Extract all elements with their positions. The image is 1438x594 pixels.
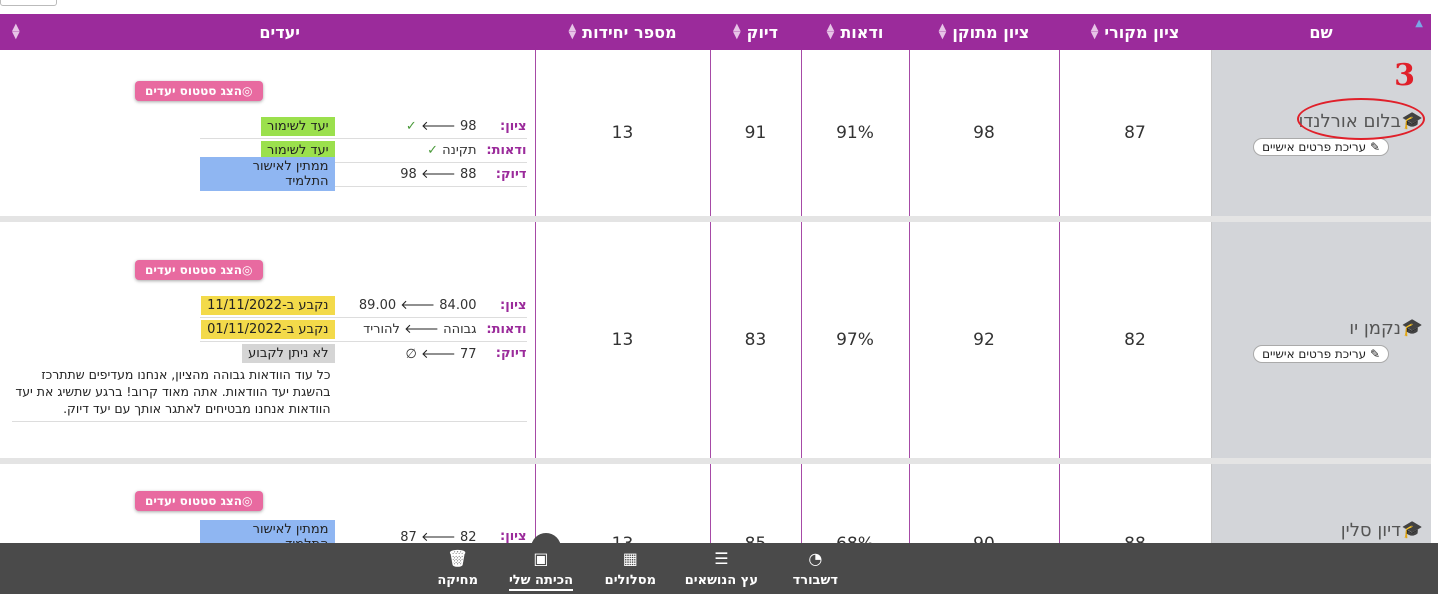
sort-asc-icon: ▲ <box>1415 18 1423 29</box>
goal-status-badge: ממתין לאישור התלמיד <box>200 157 335 191</box>
fixed-grade-cell: 98 <box>908 50 1059 216</box>
accuracy-cell: 85 <box>709 464 801 544</box>
show-goals-status-button[interactable]: ◎הצג סטטוס יעדים <box>135 259 263 280</box>
student-name[interactable]: דיון סלין <box>1341 520 1401 541</box>
col-confidence-header[interactable]: ודאות ▲ ▼ <box>801 14 909 50</box>
units-cell: 13 <box>534 50 710 216</box>
sort-icon: ▲ ▼ <box>938 22 947 41</box>
goal-row-grade: ציון: 82 🡐 87 ממתין לאישור התלמיד <box>200 519 527 545</box>
sort-icon: ▲ ▼ <box>826 22 835 41</box>
list-music-icon: ☰ <box>714 549 729 568</box>
arrow-left-icon: 🡐 <box>420 119 456 134</box>
top-input-stub <box>0 0 57 6</box>
student-name-cell: 🎓 דיון סלין <box>1210 464 1431 544</box>
student-name-cell: 🎓 נקמן יו ✎ עריכת פרטים אישיים <box>1210 222 1431 458</box>
arrow-left-icon: 🡐 <box>420 346 456 362</box>
confidence-cell: 97% <box>800 222 909 458</box>
arrow-left-icon: 🡐 <box>404 322 439 337</box>
empty-set-icon: ∅ <box>405 346 417 362</box>
graduate-icon: 🎓 <box>1401 110 1423 131</box>
col-units-header[interactable]: מספר יחידות ▲ ▼ <box>535 14 710 50</box>
graduate-icon: 🎓 <box>1401 317 1423 338</box>
confidence-cell: 91% <box>800 50 909 216</box>
goals-cell: ◎הצג סטטוס יעדים ציון: 84.00 🡐 89.00 נקב… <box>0 222 535 458</box>
sort-icon: ▲ ▼ <box>1090 22 1099 41</box>
orig-grade-cell: 87 <box>1058 50 1211 216</box>
edit-personal-details-button[interactable]: ✎ עריכת פרטים אישיים <box>1253 137 1389 156</box>
col-fixed-grade-header[interactable]: ציון מתוקן ▲ ▼ <box>909 14 1059 50</box>
show-goals-status-button[interactable]: ◎הצג סטטוס יעדים <box>135 491 263 511</box>
nav-delete[interactable]: 🗑 מחיקה <box>437 549 478 588</box>
goal-row-grade: ציון: 84.00 🡐 89.00 נקבע ב-11/11/2022 <box>200 294 527 318</box>
annotation-rank-number: 3 <box>1394 58 1415 93</box>
col-accuracy-header[interactable]: דיוק ▲ ▼ <box>710 14 801 50</box>
table-icon: ▦ <box>622 549 638 568</box>
accuracy-cell: 91 <box>709 50 801 216</box>
accuracy-cell: 83 <box>709 222 801 458</box>
show-goals-status-button[interactable]: ◎הצג סטטוס יעדים <box>135 80 263 101</box>
goal-status-badge: ממתין לאישור התלמיד <box>200 519 335 544</box>
table-row: 🎓 דיון סלין 88 90 68% 85 13 ◎הצג סטטוס יע… <box>0 464 1431 544</box>
students-table: ▲ שם ציון מקורי ▲ ▼ ציון מתוקן ▲ ▼ ודאות ▲ ▼ די… <box>0 14 1431 544</box>
target-icon: ◎ <box>242 494 253 508</box>
goal-note-text: כל עוד הוודאות גבוהה מהציון, אנחנו מעדיפ… <box>12 366 527 422</box>
target-icon: ◎ <box>242 83 253 98</box>
goal-status-badge: נקבע ב-11/11/2022 <box>201 295 335 315</box>
check-icon: ✓ <box>405 119 417 134</box>
classroom-icon: ▣ <box>533 549 549 568</box>
nav-topic-tree[interactable]: ☰ עץ הנושאים <box>685 549 758 588</box>
table-header-row: ▲ שם ציון מקורי ▲ ▼ ציון מתוקן ▲ ▼ ודאות ▲ ▼ די… <box>0 14 1431 50</box>
arrow-left-icon: 🡐 <box>420 167 456 182</box>
table-row: 🎓 נקמן יו ✎ עריכת פרטים אישיים 82 92 97% … <box>0 222 1431 458</box>
student-name-cell: 3 🎓 בלום אורלנדו ✎ עריכת פרטים אישיים <box>1210 50 1431 216</box>
col-name-header[interactable]: ▲ שם <box>1211 14 1431 50</box>
edit-personal-details-button[interactable]: ✎ עריכת פרטים אישיים <box>1253 344 1389 363</box>
goals-cell: ◎הצג סטטוס יעדים ציון: 82 🡐 87 ממתין לאי… <box>0 464 535 544</box>
goal-row-accuracy: דיוק: 88 🡐 98 ממתין לאישור התלמיד <box>200 157 527 191</box>
sort-icon: ▲ ▼ <box>12 22 20 41</box>
col-goals-header[interactable]: יעדים ▲ ▼ <box>0 14 535 50</box>
graduate-icon: 🎓 <box>1401 520 1423 540</box>
table-row: 3 🎓 בלום אורלנדו ✎ עריכת פרטים אישיים 87 … <box>0 50 1431 216</box>
goal-status-badge: יעד לשימור <box>261 116 335 136</box>
target-icon: ◎ <box>242 262 253 277</box>
arrow-left-icon: 🡐 <box>420 529 456 545</box>
fixed-grade-cell: 92 <box>908 222 1059 458</box>
units-cell: 13 <box>534 222 710 458</box>
student-name[interactable]: נקמן יו <box>1349 318 1401 339</box>
check-icon: ✓ <box>427 142 438 158</box>
units-cell: 13 <box>534 464 710 544</box>
col-orig-grade-header[interactable]: ציון מקורי ▲ ▼ <box>1059 14 1211 50</box>
nav-my-class[interactable]: ▣ הכיתה שלי <box>508 549 573 591</box>
confidence-cell: 68% <box>800 464 909 544</box>
goal-row-accuracy: דיוק: 77 🡐 ∅ לא ניתן לקבוע <box>200 342 527 366</box>
goal-row-grade: ציון: 98 🡐 ✓ יעד לשימור <box>200 115 527 139</box>
fixed-grade-cell: 90 <box>908 464 1059 544</box>
goals-cell: ◎הצג סטטוס יעדים ציון: 98 🡐 ✓ יעד לשימור… <box>0 50 535 216</box>
orig-grade-cell: 88 <box>1058 464 1211 544</box>
nav-tracks[interactable]: ▦ מסלולים <box>605 549 656 588</box>
sort-icon: ▲ ▼ <box>568 22 577 41</box>
bottom-nav-bar: ◔ דשבורד ☰ עץ הנושאים ▦ מסלולים ▣ הכיתה … <box>0 533 1438 594</box>
arrow-left-icon: 🡐 <box>400 298 436 313</box>
sort-icon: ▲ ▼ <box>732 22 741 41</box>
goal-status-badge: נקבע ב-01/11/2022 <box>201 319 335 339</box>
trash-icon: 🗑 <box>447 549 468 568</box>
nav-dashboard[interactable]: ◔ דשבורד <box>793 549 838 588</box>
goal-status-badge: לא ניתן לקבוע <box>242 344 335 363</box>
orig-grade-cell: 82 <box>1058 222 1211 458</box>
gauge-icon: ◔ <box>808 549 823 568</box>
goal-row-confidence: ודאות: גבוהה 🡐 להוריד נקבע ב-01/11/2022 <box>200 318 527 342</box>
